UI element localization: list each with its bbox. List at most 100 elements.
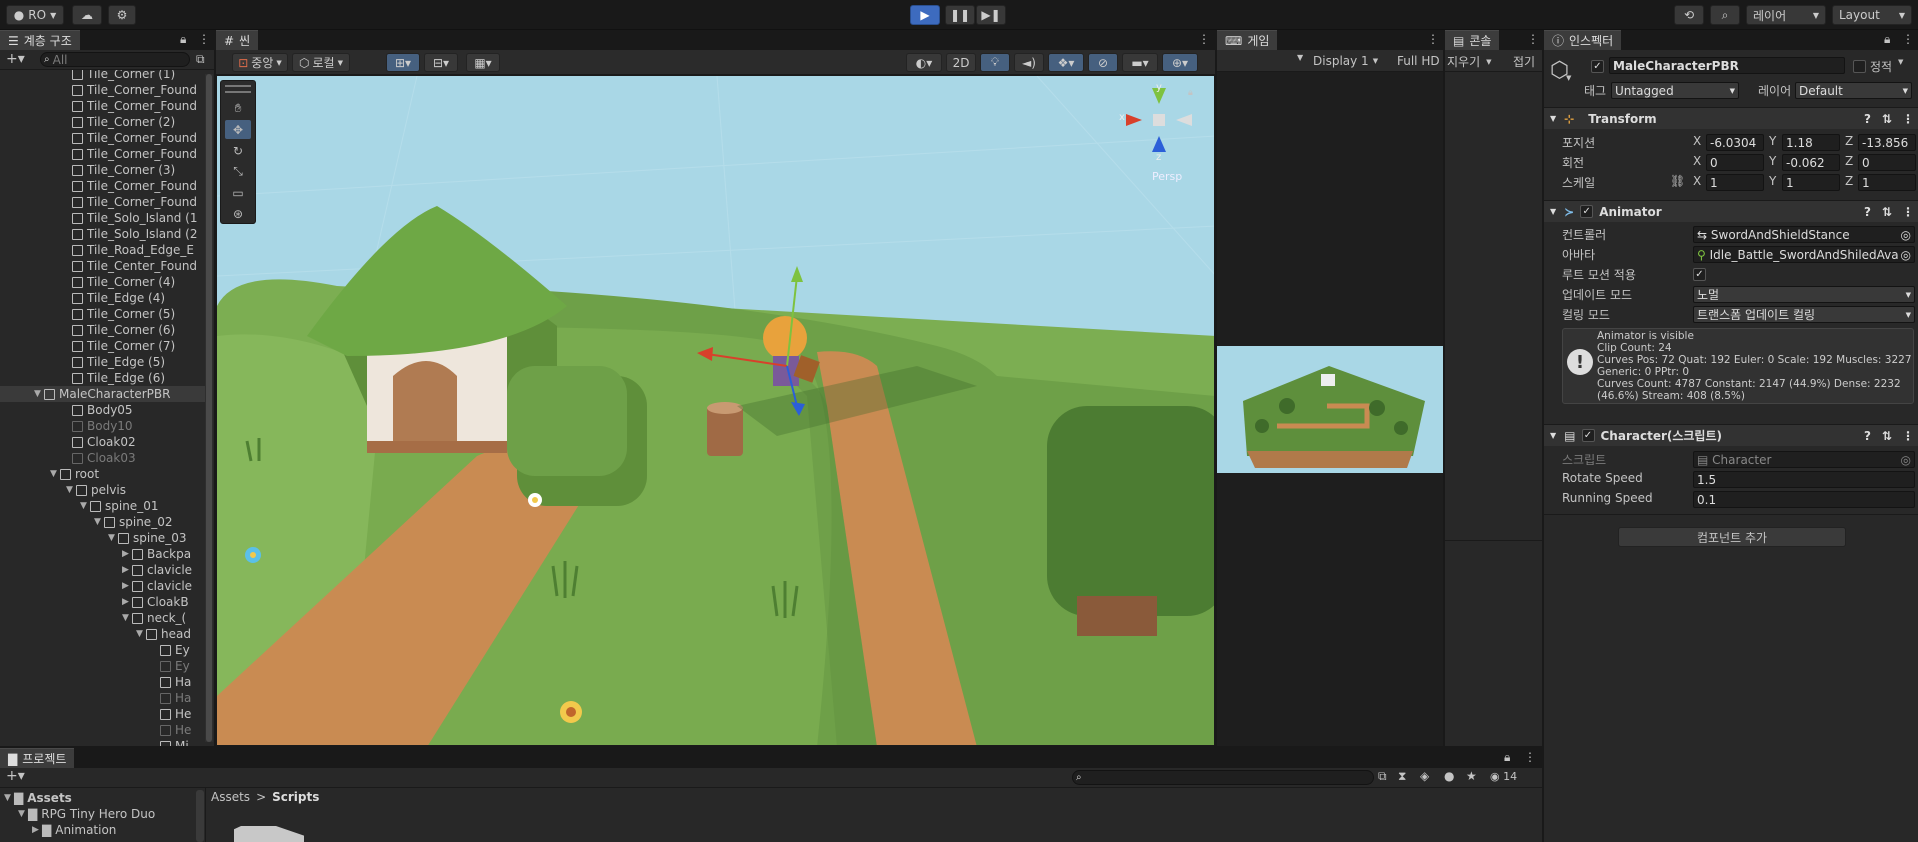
hierarchy-search-input[interactable]: ⌕ All (40, 52, 190, 67)
rotation-x-field[interactable]: 0 (1706, 154, 1764, 171)
axis-x-label[interactable]: X (1693, 154, 1701, 168)
hierarchy-item[interactable]: Tile_Road_Edge_E (0, 242, 205, 258)
hierarchy-item[interactable]: Ha (0, 674, 205, 690)
menu-icon[interactable]: ⋮ (1198, 32, 1210, 46)
hierarchy-item[interactable]: Tile_Corner (6) (0, 322, 205, 338)
2d-toggle[interactable]: 2D (946, 53, 976, 72)
tree-item-rpg[interactable]: ▼ ▇ RPG Tiny Hero Duo (18, 806, 155, 822)
add-component-button[interactable]: 컴포넌트 추가 (1618, 527, 1846, 547)
layers-dropdown[interactable]: 레이어 ▼ (1746, 5, 1826, 25)
axis-x-label[interactable]: X (1693, 174, 1701, 188)
hierarchy-item[interactable]: Tile_Corner_Found (0, 130, 205, 146)
expand-icon[interactable]: ▼ (94, 517, 104, 527)
hierarchy-item[interactable]: Mi (0, 738, 205, 746)
axis-z-label[interactable]: Z (1845, 174, 1853, 188)
warning-icon[interactable]: ● (1444, 769, 1454, 783)
hierarchy-item[interactable]: ▼ spine_01 (0, 498, 205, 514)
hierarchy-item[interactable]: Tile_Corner_Found (0, 98, 205, 114)
expand-icon[interactable]: ▼ (122, 613, 132, 623)
rotate-tool-icon[interactable]: ↻ (225, 141, 251, 160)
lock-icon[interactable]: 🔒︎ (1884, 32, 1890, 47)
search-by-type-icon[interactable]: ⧉ (1378, 769, 1387, 784)
hierarchy-item[interactable]: Tile_Corner_Found (0, 146, 205, 162)
filter-icon[interactable]: ⧉ (196, 52, 205, 67)
hierarchy-item[interactable]: Tile_Corner (7) (0, 338, 205, 354)
hierarchy-item[interactable]: He (0, 706, 205, 722)
audio-toggle[interactable]: ◄) (1014, 53, 1044, 72)
hierarchy-item[interactable]: Tile_Corner (3) (0, 162, 205, 178)
lock-icon[interactable]: 🔒︎ (1188, 88, 1193, 98)
collapse-button[interactable]: 접기 (1513, 53, 1535, 70)
hierarchy-item[interactable]: Tile_Edge (4) (0, 290, 205, 306)
expand-icon[interactable]: ▼ (34, 389, 44, 399)
axis-y-label[interactable]: Y (1769, 134, 1776, 148)
hierarchy-item[interactable]: Body10 (0, 418, 205, 434)
project-tree-scrollbar[interactable] (196, 790, 204, 842)
hierarchy-item[interactable]: Tile_Corner (1) (0, 70, 205, 82)
hierarchy-item[interactable]: Cloak02 (0, 434, 205, 450)
axis-y-label[interactable]: Y (1769, 174, 1776, 188)
tab-hierarchy[interactable]: ☰ 계층 구조 (0, 30, 80, 50)
scale-z-field[interactable]: 1 (1858, 174, 1916, 191)
pivot-dropdown[interactable]: ⊡ 중앙 ▼ (232, 53, 288, 72)
visibility-toggle[interactable]: ⊘ (1088, 53, 1118, 72)
effects-dropdown[interactable]: ❖▾ (1048, 53, 1084, 72)
animator-header[interactable]: ▼ ≻ ✓ Animator ? ⇅ ⋮ (1544, 200, 1918, 222)
tree-item-animation[interactable]: ▶ ▇ Animation (32, 822, 116, 838)
hierarchy-item[interactable]: ▶ CloakB (0, 594, 205, 610)
display-dropdown[interactable]: Display 1 ▼ (1313, 52, 1393, 70)
hierarchy-item[interactable]: He (0, 722, 205, 738)
controller-field[interactable]: ⇆ SwordAndShieldStance ◎ (1693, 226, 1915, 243)
tab-inspector[interactable]: ⓘ 인스펙터 (1544, 30, 1622, 50)
breadcrumb-scripts[interactable]: Scripts (272, 790, 319, 804)
hierarchy-item[interactable]: Ha (0, 690, 205, 706)
hierarchy-item[interactable]: Tile_Corner_Found (0, 194, 205, 210)
position-x-field[interactable]: -6.0304 (1706, 134, 1764, 151)
menu-icon[interactable]: ⋮ (198, 32, 210, 46)
menu-icon[interactable]: ⋮ (1524, 750, 1536, 764)
active-checkbox[interactable]: ✓ (1591, 60, 1604, 73)
hierarchy-item[interactable]: Ey (0, 658, 205, 674)
hierarchy-item[interactable]: Tile_Corner (4) (0, 274, 205, 290)
camera-dropdown[interactable]: ▬▾ (1122, 53, 1158, 72)
history-button[interactable]: ⟲ (1674, 5, 1704, 25)
transform-tool-icon[interactable]: ⊛ (225, 204, 251, 223)
axis-z-label[interactable]: Z (1845, 134, 1853, 148)
hierarchy-scrollbar[interactable] (205, 74, 213, 742)
menu-icon[interactable]: ⋮ (1527, 32, 1539, 46)
increment-snap-button[interactable]: ⊟▾ (424, 53, 458, 72)
menu-icon[interactable]: ⋮ (1902, 32, 1914, 46)
lighting-toggle[interactable]: 💡︎ (980, 53, 1010, 72)
shading-dropdown[interactable]: ◐▾ (906, 53, 942, 72)
orientation-gizmo[interactable]: y x z 🔒︎ Persp (1119, 82, 1212, 186)
scale-x-field[interactable]: 1 (1706, 174, 1764, 191)
chevron-down-icon[interactable]: ▼ (1297, 53, 1303, 62)
running-speed-field[interactable]: 0.1 (1693, 491, 1915, 508)
help-icon[interactable]: ? (1864, 429, 1871, 443)
hierarchy-item[interactable]: ▼ pelvis (0, 482, 205, 498)
hierarchy-item[interactable]: Tile_Corner_Found (0, 82, 205, 98)
rotation-y-field[interactable]: -0.062 (1782, 154, 1840, 171)
account-button[interactable]: ● RO ▼ (6, 5, 64, 25)
expand-icon[interactable]: ▼ (66, 485, 76, 495)
hierarchy-item[interactable]: ▼ spine_03 (0, 530, 205, 546)
hierarchy-item[interactable]: Tile_Edge (6) (0, 370, 205, 386)
move-tool-icon[interactable]: ✥ (225, 120, 251, 139)
axis-z-label[interactable]: Z (1845, 154, 1853, 168)
hierarchy-item[interactable]: ▼ head (0, 626, 205, 642)
hierarchy-item[interactable]: ▶ clavicle (0, 578, 205, 594)
object-name-field[interactable]: MaleCharacterPBR (1609, 57, 1845, 74)
hierarchy-item[interactable]: ▶ Backpa (0, 546, 205, 562)
lock-icon[interactable]: 🔒︎ (1504, 750, 1510, 765)
hierarchy-item[interactable]: Ey (0, 642, 205, 658)
hierarchy-item[interactable]: Cloak03 (0, 450, 205, 466)
tab-scene[interactable]: # 씬 (216, 30, 259, 50)
tag-dropdown[interactable]: Untagged ▼ (1611, 82, 1739, 99)
star-icon[interactable]: ★ (1466, 769, 1477, 783)
avatar-field[interactable]: ⚲ Idle_Battle_SwordAndShiledAva ◎ (1693, 246, 1915, 263)
hierarchy-item[interactable]: ▼ spine_02 (0, 514, 205, 530)
tab-console[interactable]: ▤ 콘솔 (1445, 30, 1500, 50)
game-preview[interactable] (1217, 346, 1443, 473)
rotation-z-field[interactable]: 0 (1858, 154, 1916, 171)
chevron-down-icon[interactable]: ▼ (1898, 58, 1903, 66)
